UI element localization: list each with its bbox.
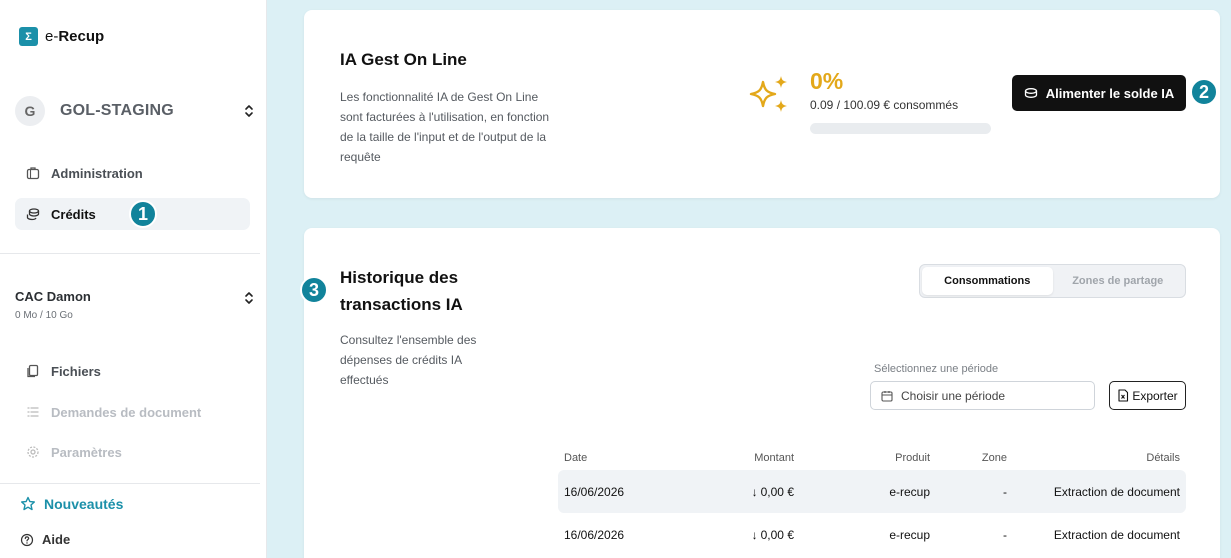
news-link[interactable]: Nouveautés bbox=[20, 496, 123, 512]
logo-mark-icon: Σ bbox=[19, 27, 38, 46]
col-header-zone: Zone bbox=[981, 452, 1007, 464]
sidebar-item-administration[interactable]: Administration bbox=[15, 157, 250, 189]
list-icon bbox=[27, 407, 39, 417]
gear-icon bbox=[27, 446, 39, 458]
file-export-icon bbox=[1118, 389, 1129, 402]
org-switcher[interactable]: G GOL-STAGING bbox=[15, 95, 255, 127]
app-name: e-Recup bbox=[45, 28, 105, 45]
help-icon bbox=[20, 533, 34, 546]
ia-balance-card: IA Gest On Line Les fonctionnalité IA de… bbox=[304, 10, 1220, 198]
annotation-badge-1: 1 bbox=[129, 200, 157, 228]
transactions-table: Date Montant Produit Zone Détails 16/06/… bbox=[558, 446, 1186, 556]
period-picker[interactable]: Choisir une période bbox=[870, 381, 1095, 410]
help-link[interactable]: Aide bbox=[20, 532, 70, 547]
sidebar-item-label: Fichiers bbox=[51, 363, 101, 379]
sidebar-item-parametres[interactable]: Paramètres bbox=[15, 436, 250, 468]
annotation-badge-2: 2 bbox=[1190, 78, 1218, 106]
org-name: GOL-STAGING bbox=[60, 102, 174, 119]
star-icon bbox=[21, 496, 35, 511]
table-header: Date Montant Produit Zone Détails bbox=[558, 446, 1186, 470]
ia-card-description: Les fonctionnalité IA de Gest On Line so… bbox=[340, 90, 550, 164]
ia-card-title: IA Gest On Line bbox=[340, 50, 467, 69]
tab-consommations[interactable]: Consommations bbox=[922, 267, 1053, 295]
workspace-quota: 0 Mo / 10 Go bbox=[15, 310, 73, 321]
ia-percent: 0% bbox=[810, 68, 844, 94]
briefcase-icon bbox=[26, 167, 40, 180]
sidebar-item-fichiers[interactable]: Fichiers bbox=[15, 355, 250, 387]
table-row[interactable]: 16/06/2026 ↓ 0,00 € e-recup - Extraction … bbox=[558, 470, 1186, 513]
coins-icon bbox=[1024, 88, 1037, 98]
sidebar-item-demandes[interactable]: Demandes de document bbox=[15, 396, 250, 428]
sparkles-icon bbox=[749, 76, 787, 112]
org-avatar: G bbox=[15, 96, 45, 126]
sidebar-divider bbox=[0, 483, 260, 484]
period-label: Sélectionnez une période bbox=[874, 363, 999, 375]
annotation-badge-3: 3 bbox=[300, 276, 328, 304]
chevron-updown-icon bbox=[245, 105, 253, 117]
sidebar-item-label: Paramètres bbox=[51, 444, 122, 460]
history-tabs: Consommations Zones de partage bbox=[919, 264, 1186, 298]
col-header-date: Date bbox=[564, 452, 588, 464]
top-up-ia-button[interactable]: Alimenter le solde IA bbox=[1012, 75, 1186, 111]
tab-zones-de-partage[interactable]: Zones de partage bbox=[1053, 267, 1184, 295]
sidebar-item-label: Administration bbox=[51, 165, 143, 181]
history-description: Consultez l'ensemble des dépenses de cré… bbox=[340, 333, 477, 387]
files-icon bbox=[27, 364, 39, 378]
table-row[interactable]: 16/06/2026 ↓ 0,00 € e-recup - Extraction … bbox=[558, 513, 1186, 556]
col-header-details: Détails bbox=[1146, 452, 1180, 464]
arrow-down-icon: ↓ bbox=[751, 484, 758, 499]
sidebar-divider bbox=[0, 253, 260, 254]
coins-icon bbox=[26, 208, 40, 221]
col-header-product: Produit bbox=[895, 452, 930, 464]
arrow-down-icon: ↓ bbox=[751, 527, 758, 542]
export-button[interactable]: Exporter bbox=[1109, 381, 1186, 410]
col-header-amount: Montant bbox=[754, 452, 794, 464]
chevron-updown-icon bbox=[245, 292, 253, 304]
ia-progress-bar bbox=[810, 123, 991, 134]
sidebar: Σ e-Recup G GOL-STAGING Administration C… bbox=[0, 0, 267, 558]
workspace-name: CAC Damon bbox=[15, 289, 91, 304]
app-logo[interactable]: Σ e-Recup bbox=[19, 27, 104, 46]
calendar-icon bbox=[881, 390, 893, 402]
ia-consumed: 0.09 / 100.09 € consommés bbox=[810, 98, 959, 112]
workspace-switcher[interactable]: CAC Damon 0 Mo / 10 Go bbox=[15, 289, 255, 321]
sidebar-item-label: Demandes de document bbox=[51, 404, 202, 420]
history-title: Historique des transactions IA bbox=[340, 268, 463, 314]
history-card: Historique des transactions IA Consultez… bbox=[304, 228, 1220, 558]
sidebar-item-label: Crédits bbox=[51, 206, 96, 222]
